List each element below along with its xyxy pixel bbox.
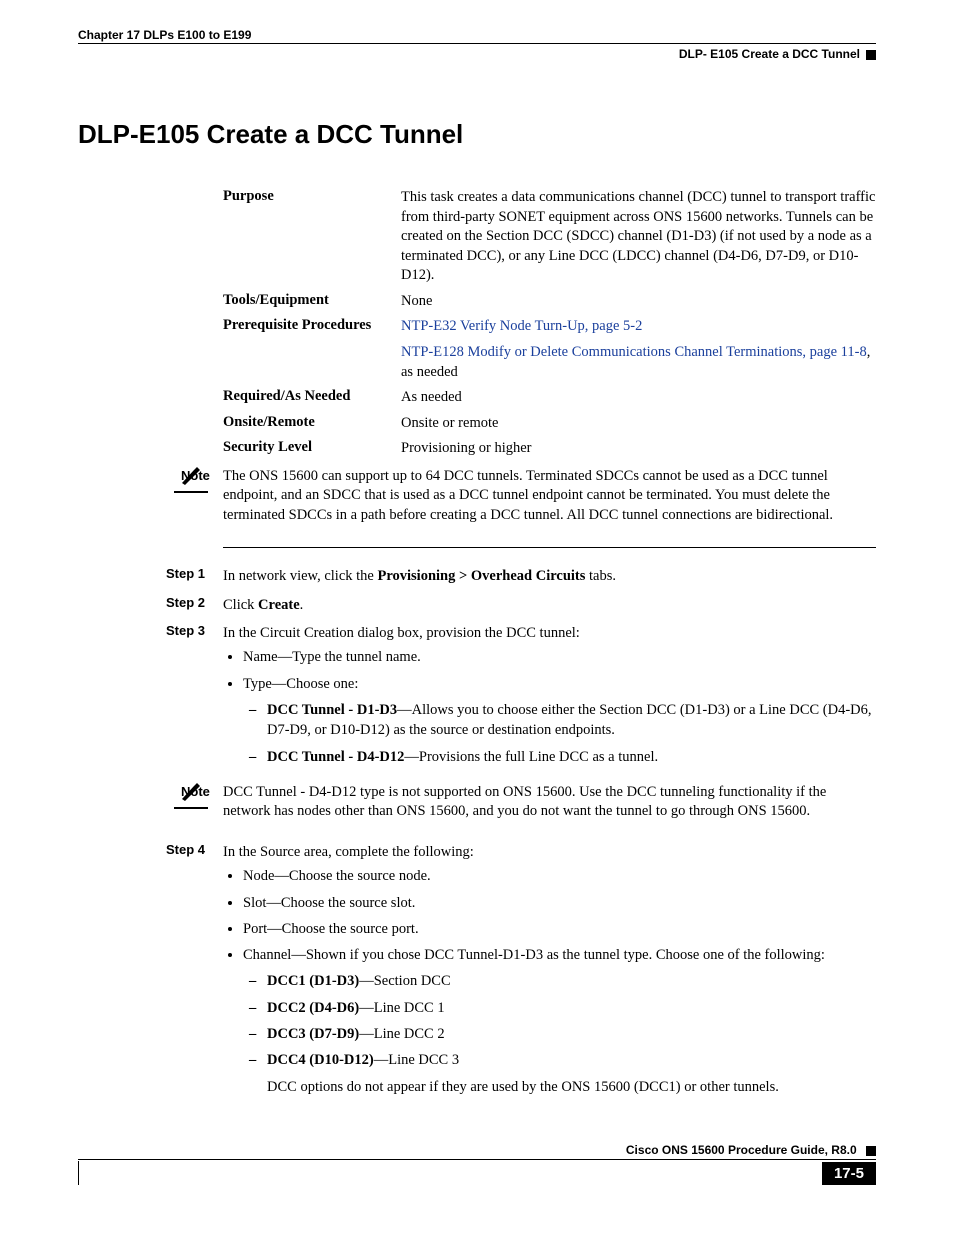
meta-row-required: Required/As Needed As needed	[223, 388, 876, 408]
step-4-label: Step 4	[78, 842, 223, 857]
step-2-post: .	[300, 597, 304, 613]
step-3-dash-2-bold: DCC Tunnel - D4-D12	[267, 749, 404, 765]
step-4-dash-2: DCC2 (D4-D6)—Line DCC 1	[267, 998, 876, 1018]
step-3-label: Step 3	[78, 623, 223, 638]
step-3-dash-2-rest: —Provisions the full Line DCC as a tunne…	[404, 749, 658, 765]
note-body-2: DCC Tunnel - D4-D12 type is not supporte…	[223, 784, 826, 820]
step-1-post: tabs.	[585, 568, 616, 584]
note-label-2: Note	[181, 783, 223, 801]
meta-label-required: Required/As Needed	[223, 388, 401, 405]
prereq-link-2[interactable]: NTP-E128 Modify or Delete Communications…	[401, 344, 867, 360]
footer-page-wrap: 17-5	[78, 1162, 876, 1185]
note-text-2: NoteDCC Tunnel - D4-D12 type is not supp…	[223, 783, 876, 822]
step-1-label: Step 1	[78, 566, 223, 581]
step-3-bullet-type-text: Type—Choose one:	[243, 676, 358, 692]
meta-val-prereq: NTP-E32 Verify Node Turn-Up, page 5-2	[401, 317, 876, 337]
step-4-text: In the Source area, complete the followi…	[223, 844, 474, 860]
step-4-bullet-node: Node—Choose the source node.	[243, 866, 876, 886]
step-4-dash-4-rest: —Line DCC 3	[374, 1052, 459, 1068]
step-4: Step 4 In the Source area, complete the …	[78, 842, 876, 1103]
left-margin-bar	[78, 1161, 79, 1185]
step-4-dash-3-rest: —Line DCC 2	[359, 1026, 444, 1042]
separator	[223, 547, 876, 548]
meta-label-prereq: Prerequisite Procedures	[223, 317, 401, 334]
step-3-body: In the Circuit Creation dialog box, prov…	[223, 623, 876, 773]
note-block-2: NoteDCC Tunnel - D4-D12 type is not supp…	[78, 783, 876, 822]
meta-val-onsite: Onsite or remote	[401, 414, 876, 434]
meta-row-prereq: Prerequisite Procedures NTP-E32 Verify N…	[223, 317, 876, 337]
meta-label-onsite: Onsite/Remote	[223, 414, 401, 431]
step-4-bullet-channel: Channel—Shown if you chose DCC Tunnel-D1…	[243, 945, 876, 1097]
step-4-bullet-port: Port—Choose the source port.	[243, 919, 876, 939]
step-3-dashes: DCC Tunnel - D1-D3—Allows you to choose …	[243, 700, 876, 767]
meta-row-onsite: Onsite/Remote Onsite or remote	[223, 414, 876, 434]
meta-label-security: Security Level	[223, 439, 401, 456]
step-3-bullets: Name—Type the tunnel name. Type—Choose o…	[223, 647, 876, 766]
step-4-dash-3-bold: DCC3 (D7-D9)	[267, 1026, 359, 1042]
step-4-dashes: DCC1 (D1-D3)—Section DCC DCC2 (D4-D6)—Li…	[243, 971, 876, 1070]
step-3: Step 3 In the Circuit Creation dialog bo…	[78, 623, 876, 773]
meta-row-tools: Tools/Equipment None	[223, 292, 876, 312]
meta-label-tools: Tools/Equipment	[223, 292, 401, 309]
step-2-label: Step 2	[78, 595, 223, 610]
meta-row-purpose: Purpose This task creates a data communi…	[223, 188, 876, 286]
step-4-dash-4: DCC4 (D10-D12)—Line DCC 3	[267, 1050, 876, 1070]
step-4-bullet-slot: Slot—Choose the source slot.	[243, 893, 876, 913]
note-block-1: NoteThe ONS 15600 can support up to 64 D…	[78, 467, 876, 526]
step-3-dash-1-bold: DCC Tunnel - D1-D3	[267, 702, 397, 718]
meta-val-purpose: This task creates a data communications …	[401, 188, 876, 286]
footer-guide: Cisco ONS 15600 Procedure Guide, R8.0	[78, 1143, 876, 1160]
step-3-dash-1: DCC Tunnel - D1-D3—Allows you to choose …	[267, 700, 876, 741]
meta-val-prereq2: NTP-E128 Modify or Delete Communications…	[401, 343, 876, 382]
footer: Cisco ONS 15600 Procedure Guide, R8.0 17…	[78, 1143, 876, 1185]
note-label-1: Note	[181, 467, 223, 485]
section-header-text: DLP- E105 Create a DCC Tunnel	[679, 47, 876, 61]
step-2-pre: Click	[223, 597, 258, 613]
section-header: DLP- E105 Create a DCC Tunnel	[78, 47, 876, 61]
step-4-bullets: Node—Choose the source node. Slot—Choose…	[223, 866, 876, 1097]
note-text-1: NoteThe ONS 15600 can support up to 64 D…	[223, 467, 876, 526]
meta-val-required: As needed	[401, 388, 876, 408]
step-1-bold: Provisioning > Overhead Circuits	[377, 568, 585, 584]
meta-row-security: Security Level Provisioning or higher	[223, 439, 876, 459]
meta-table: Purpose This task creates a data communi…	[223, 188, 876, 459]
step-4-trail: DCC options do not appear if they are us…	[267, 1077, 876, 1097]
note-body-1: The ONS 15600 can support up to 64 DCC t…	[223, 468, 833, 523]
step-4-dash-1-rest: —Section DCC	[359, 973, 450, 989]
meta-val-tools: None	[401, 292, 876, 312]
step-1-pre: In network view, click the	[223, 568, 377, 584]
step-1-body: In network view, click the Provisioning …	[223, 566, 876, 586]
step-4-dash-4-bold: DCC4 (D10-D12)	[267, 1052, 374, 1068]
step-2: Step 2 Click Create.	[78, 595, 876, 615]
step-4-bullet-channel-text: Channel—Shown if you chose DCC Tunnel-D1…	[243, 947, 825, 963]
step-4-dash-1: DCC1 (D1-D3)—Section DCC	[267, 971, 876, 991]
step-1: Step 1 In network view, click the Provis…	[78, 566, 876, 586]
step-2-bold: Create	[258, 597, 300, 613]
prereq-link-1[interactable]: NTP-E32 Verify Node Turn-Up, page 5-2	[401, 318, 642, 334]
meta-val-security: Provisioning or higher	[401, 439, 876, 459]
step-3-bullet-type: Type—Choose one: DCC Tunnel - D1-D3—Allo…	[243, 674, 876, 767]
step-2-body: Click Create.	[223, 595, 876, 615]
page-title: DLP-E105 Create a DCC Tunnel	[78, 119, 876, 150]
step-4-dash-3: DCC3 (D7-D9)—Line DCC 2	[267, 1024, 876, 1044]
meta-row-prereq2: NTP-E128 Modify or Delete Communications…	[223, 343, 876, 382]
chapter-header: Chapter 17 DLPs E100 to E199	[78, 28, 876, 44]
step-4-dash-2-bold: DCC2 (D4-D6)	[267, 1000, 359, 1016]
footer-guide-text: Cisco ONS 15600 Procedure Guide, R8.0	[626, 1143, 857, 1157]
meta-label-purpose: Purpose	[223, 188, 401, 205]
step-3-bullet-name: Name—Type the tunnel name.	[243, 647, 876, 667]
footer-page: 17-5	[822, 1162, 876, 1185]
step-3-dash-2: DCC Tunnel - D4-D12—Provisions the full …	[267, 747, 876, 767]
step-4-dash-1-bold: DCC1 (D1-D3)	[267, 973, 359, 989]
step-4-body: In the Source area, complete the followi…	[223, 842, 876, 1103]
step-3-text: In the Circuit Creation dialog box, prov…	[223, 625, 580, 641]
step-4-dash-2-rest: —Line DCC 1	[359, 1000, 444, 1016]
